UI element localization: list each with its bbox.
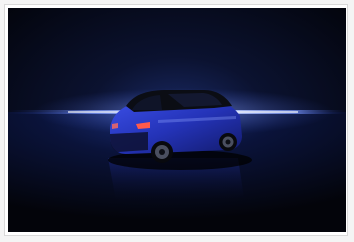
car-photo-drawing xyxy=(8,8,346,232)
car-rear-bumper xyxy=(110,132,148,152)
car-front-wheel xyxy=(219,133,237,151)
car-photo xyxy=(8,8,346,232)
car-tail-light-left xyxy=(112,123,118,129)
car-rear-wheel xyxy=(151,141,173,163)
